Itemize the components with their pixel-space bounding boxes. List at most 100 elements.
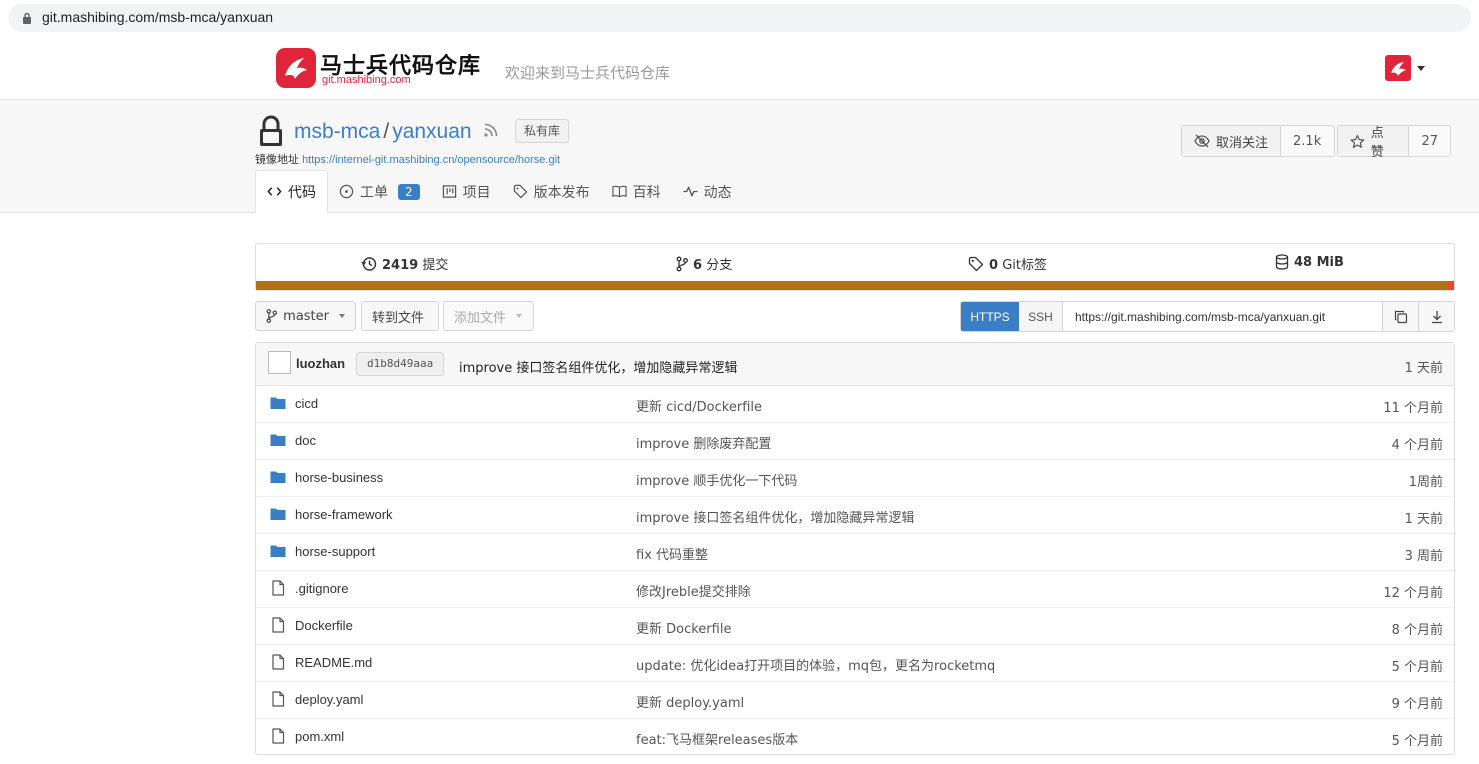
chevron-down-icon — [516, 314, 523, 318]
add-file-button[interactable]: 添加文件 — [443, 301, 534, 331]
file-name[interactable]: README.md — [295, 655, 372, 670]
file-name[interactable]: .gitignore — [295, 581, 348, 596]
file-commit-message[interactable]: improve 接口签名组件优化，增加隐藏异常逻辑 — [636, 507, 914, 526]
file-commit-time: 11 个月前 — [1383, 401, 1443, 416]
file-row[interactable]: deploy.yaml 更新 deploy.yaml 9 个月前 — [256, 682, 1454, 719]
download-button[interactable] — [1418, 302, 1454, 331]
tab-activity[interactable]: 动态 — [672, 170, 743, 213]
database-icon — [1275, 254, 1289, 270]
clone-url-box: HTTPS SSH https://git.mashibing.com/msb-… — [960, 301, 1455, 332]
commits-stat[interactable]: 2419 提交 — [361, 254, 448, 273]
file-name[interactable]: cicd — [295, 396, 318, 411]
repo-path: msb-mca / yanxuan — [294, 120, 472, 143]
goto-file-button[interactable]: 转到文件 — [361, 301, 439, 331]
star-button[interactable]: 点赞 — [1338, 126, 1410, 160]
star-label: 点赞 — [1370, 126, 1384, 160]
file-commit-message[interactable]: 更新 deploy.yaml — [636, 692, 744, 711]
file-commit-message[interactable]: feat:飞马框架releases版本 — [636, 729, 798, 748]
chevron-down-icon — [339, 314, 345, 318]
file-icon — [272, 654, 285, 670]
tags-count: 0 — [989, 258, 999, 273]
file-name[interactable]: deploy.yaml — [295, 692, 363, 707]
commit-sha[interactable]: d1b8d49aaa — [356, 352, 445, 376]
lock-icon — [23, 12, 31, 24]
tab-wiki-label: 百科 — [632, 184, 661, 201]
browser-address-bar: git.mashibing.com/msb-mca/yanxuan — [0, 0, 1479, 36]
tab-releases-label: 版本发布 — [533, 184, 590, 201]
branch-icon — [676, 256, 688, 271]
folder-icon — [270, 397, 286, 409]
language-bar-segment — [256, 281, 1448, 290]
language-bar-segment — [1448, 281, 1454, 290]
tag-icon — [968, 256, 984, 271]
file-row[interactable]: horse-framework improve 接口签名组件优化，增加隐藏异常逻辑… — [256, 497, 1454, 534]
repo-owner-link[interactable]: msb-mca — [294, 120, 380, 143]
file-name[interactable]: horse-support — [295, 544, 375, 559]
file-commit-message[interactable]: 修改Jreble提交排除 — [636, 581, 751, 600]
file-name[interactable]: horse-business — [295, 470, 383, 485]
mashibing-logo-icon[interactable] — [276, 48, 316, 88]
repo-size: 48 MiB — [1294, 254, 1344, 270]
url-field[interactable]: git.mashibing.com/msb-mca/yanxuan — [8, 4, 1471, 32]
commit-time: 1 天前 — [1404, 361, 1443, 376]
file-name[interactable]: pom.xml — [295, 729, 344, 744]
https-toggle[interactable]: HTTPS — [961, 302, 1019, 331]
star-count[interactable]: 27 — [1409, 126, 1450, 156]
user-avatar[interactable] — [1385, 55, 1411, 81]
tab-projects[interactable]: 项目 — [431, 170, 502, 213]
file-row[interactable]: doc improve 删除废弃配置 4 个月前 — [256, 423, 1454, 460]
file-row[interactable]: horse-business improve 顺手优化一下代码 1周前 — [256, 460, 1454, 497]
branch-name: master — [283, 308, 329, 324]
file-icon — [272, 691, 285, 707]
file-commit-time: 1 天前 — [1404, 512, 1443, 527]
repo-tabs: 代码 工单 2 项目 版本发布 百科 动态 — [255, 170, 743, 213]
commit-message[interactable]: improve 接口签名组件优化，增加隐藏异常逻辑 — [459, 357, 737, 376]
file-commit-message[interactable]: improve 顺手优化一下代码 — [636, 470, 797, 489]
tab-wiki[interactable]: 百科 — [601, 170, 672, 213]
ssh-toggle[interactable]: SSH — [1019, 302, 1063, 331]
commit-author[interactable]: luozhan — [296, 356, 345, 371]
tab-code[interactable]: 代码 — [255, 170, 328, 213]
file-row[interactable]: README.md update: 优化idea打开项目的体验，mq包，更名为ro… — [256, 645, 1454, 682]
tags-stat[interactable]: 0 Git标签 — [968, 254, 1047, 273]
file-commit-message[interactable]: 更新 cicd/Dockerfile — [636, 396, 762, 415]
tab-code-label: 代码 — [288, 184, 316, 201]
file-row[interactable]: Dockerfile 更新 Dockerfile 8 个月前 — [256, 608, 1454, 645]
file-row[interactable]: cicd 更新 cicd/Dockerfile 11 个月前 — [256, 386, 1454, 423]
rss-icon[interactable] — [483, 122, 499, 138]
private-badge: 私有库 — [515, 119, 570, 143]
folder-icon — [270, 545, 286, 557]
watch-button-group: 取消关注 2.1k — [1181, 125, 1335, 157]
file-name[interactable]: horse-framework — [295, 507, 393, 522]
file-row[interactable]: pom.xml feat:飞马框架releases版本 5 个月前 — [256, 719, 1454, 756]
commits-count: 2419 — [382, 258, 419, 273]
file-name[interactable]: Dockerfile — [295, 618, 353, 633]
file-row[interactable]: .gitignore 修改Jreble提交排除 12 个月前 — [256, 571, 1454, 608]
user-menu-caret-icon[interactable] — [1417, 66, 1425, 71]
pulse-icon — [683, 186, 698, 197]
file-name[interactable]: doc — [295, 433, 316, 448]
goto-file-label: 转到文件 — [372, 310, 425, 326]
watch-count[interactable]: 2.1k — [1281, 126, 1334, 156]
file-commit-time: 4 个月前 — [1391, 438, 1443, 453]
file-commit-message[interactable]: improve 删除废弃配置 — [636, 433, 771, 452]
mirror-url-link[interactable]: https://internel-git.mashibing.cn/openso… — [302, 154, 560, 166]
unwatch-button[interactable]: 取消关注 — [1182, 126, 1282, 156]
tab-releases[interactable]: 版本发布 — [502, 170, 601, 213]
author-avatar[interactable] — [268, 351, 291, 374]
file-icon — [272, 728, 285, 744]
branch-selector[interactable]: master — [255, 301, 356, 331]
file-commit-message[interactable]: fix 代码重整 — [636, 544, 708, 563]
repo-name-link[interactable]: yanxuan — [392, 120, 471, 143]
branches-stat[interactable]: 6 分支 — [676, 254, 732, 273]
file-commit-time: 3 周前 — [1404, 549, 1443, 564]
copy-url-button[interactable] — [1382, 302, 1418, 331]
tab-issues-label: 工单 — [360, 184, 388, 201]
tab-issues[interactable]: 工单 2 — [328, 170, 431, 213]
file-commit-message[interactable]: update: 优化idea打开项目的体验，mq包，更名为rocketmq — [636, 655, 995, 674]
star-icon — [1350, 134, 1365, 148]
copy-icon — [1394, 310, 1407, 323]
clone-url-field[interactable]: https://git.mashibing.com/msb-mca/yanxua… — [1063, 302, 1382, 331]
file-row[interactable]: horse-support fix 代码重整 3 周前 — [256, 534, 1454, 571]
file-commit-message[interactable]: 更新 Dockerfile — [636, 618, 731, 637]
